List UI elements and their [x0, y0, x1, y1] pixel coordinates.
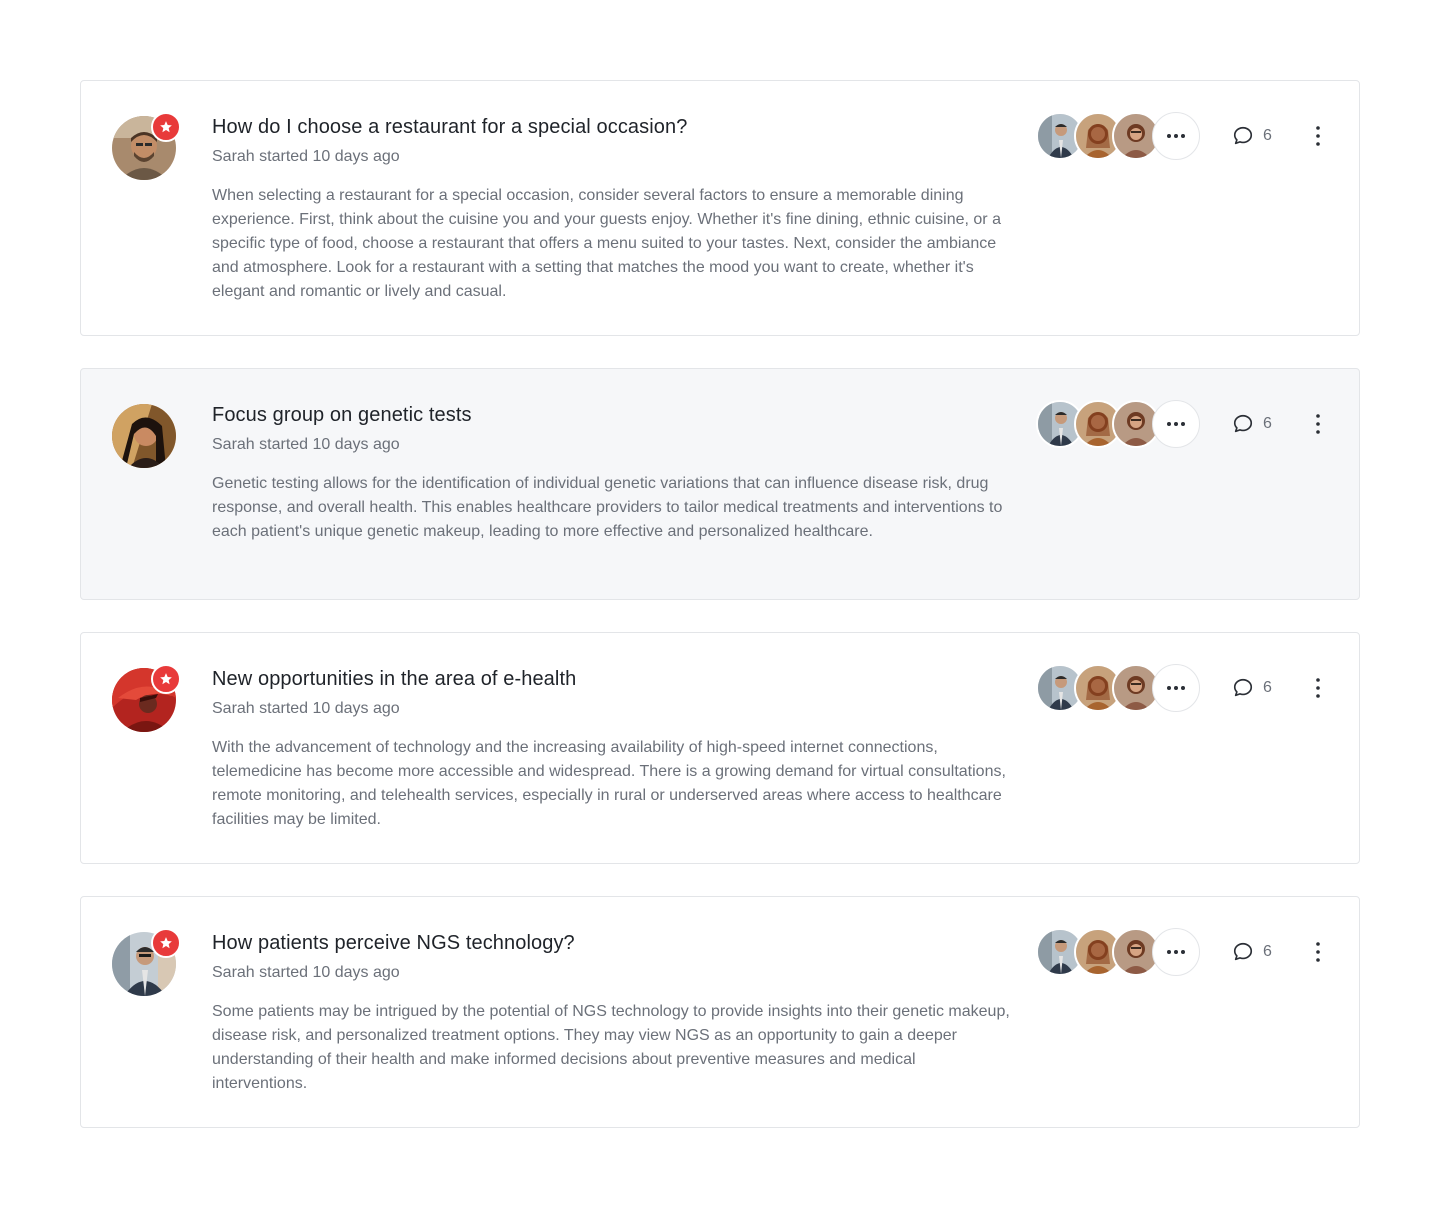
discussion-list: How do I choose a restaurant for a speci…: [80, 80, 1360, 1160]
speech-bubble-icon: [1233, 678, 1253, 697]
author-avatar-wrapper: [112, 112, 181, 180]
discussion-card[interactable]: How patients perceive NGS technology? Sa…: [80, 896, 1360, 1128]
author-avatar[interactable]: [112, 404, 176, 468]
speech-bubble-icon: [1233, 414, 1253, 433]
options-menu-button[interactable]: [1306, 124, 1330, 148]
more-horizontal-icon: [1167, 422, 1185, 426]
speech-bubble-icon: [1233, 942, 1253, 961]
discussion-card[interactable]: Focus group on genetic tests Sarah start…: [80, 368, 1360, 600]
options-menu-button[interactable]: [1306, 412, 1330, 436]
more-participants-button[interactable]: [1152, 400, 1200, 448]
author-avatar-wrapper: [112, 404, 176, 468]
participants-stack[interactable]: [1036, 928, 1200, 976]
discussion-excerpt: With the advancement of technology and t…: [212, 739, 1006, 828]
more-vertical-icon: [1316, 414, 1320, 434]
comments-button[interactable]: 6: [1232, 413, 1272, 435]
author-avatar-wrapper: [112, 664, 181, 732]
participants-stack[interactable]: [1036, 664, 1200, 712]
participants-stack[interactable]: [1036, 400, 1200, 448]
comments-button[interactable]: 6: [1232, 677, 1272, 699]
star-icon: [160, 937, 172, 949]
featured-badge: [151, 664, 181, 694]
comment-count: 6: [1263, 679, 1272, 696]
more-horizontal-icon: [1167, 950, 1185, 954]
more-participants-button[interactable]: [1152, 928, 1200, 976]
discussion-excerpt: Some patients may be intrigued by the po…: [212, 1003, 1010, 1092]
more-horizontal-icon: [1167, 686, 1185, 690]
more-vertical-icon: [1316, 678, 1320, 698]
comments-button[interactable]: 6: [1232, 125, 1272, 147]
featured-badge: [151, 112, 181, 142]
more-horizontal-icon: [1167, 134, 1185, 138]
discussion-actions: 6: [1036, 664, 1330, 712]
star-icon: [160, 673, 172, 685]
star-icon: [160, 121, 172, 133]
comment-count: 6: [1263, 127, 1272, 144]
discussion-excerpt: Genetic testing allows for the identific…: [212, 475, 1003, 540]
discussion-excerpt: When selecting a restaurant for a specia…: [212, 187, 1001, 300]
comment-count: 6: [1263, 943, 1272, 960]
comments-button[interactable]: 6: [1232, 941, 1272, 963]
options-menu-button[interactable]: [1306, 676, 1330, 700]
more-vertical-icon: [1316, 942, 1320, 962]
speech-bubble-icon: [1233, 126, 1253, 145]
participants-stack[interactable]: [1036, 112, 1200, 160]
options-menu-button[interactable]: [1306, 940, 1330, 964]
discussion-actions: 6: [1036, 928, 1330, 976]
more-vertical-icon: [1316, 126, 1320, 146]
discussion-card[interactable]: New opportunities in the area of e-healt…: [80, 632, 1360, 864]
discussion-card[interactable]: How do I choose a restaurant for a speci…: [80, 80, 1360, 336]
discussion-actions: 6: [1036, 400, 1330, 448]
comment-count: 6: [1263, 415, 1272, 432]
author-avatar-wrapper: [112, 928, 181, 996]
more-participants-button[interactable]: [1152, 664, 1200, 712]
discussion-actions: 6: [1036, 112, 1330, 160]
more-participants-button[interactable]: [1152, 112, 1200, 160]
featured-badge: [151, 928, 181, 958]
